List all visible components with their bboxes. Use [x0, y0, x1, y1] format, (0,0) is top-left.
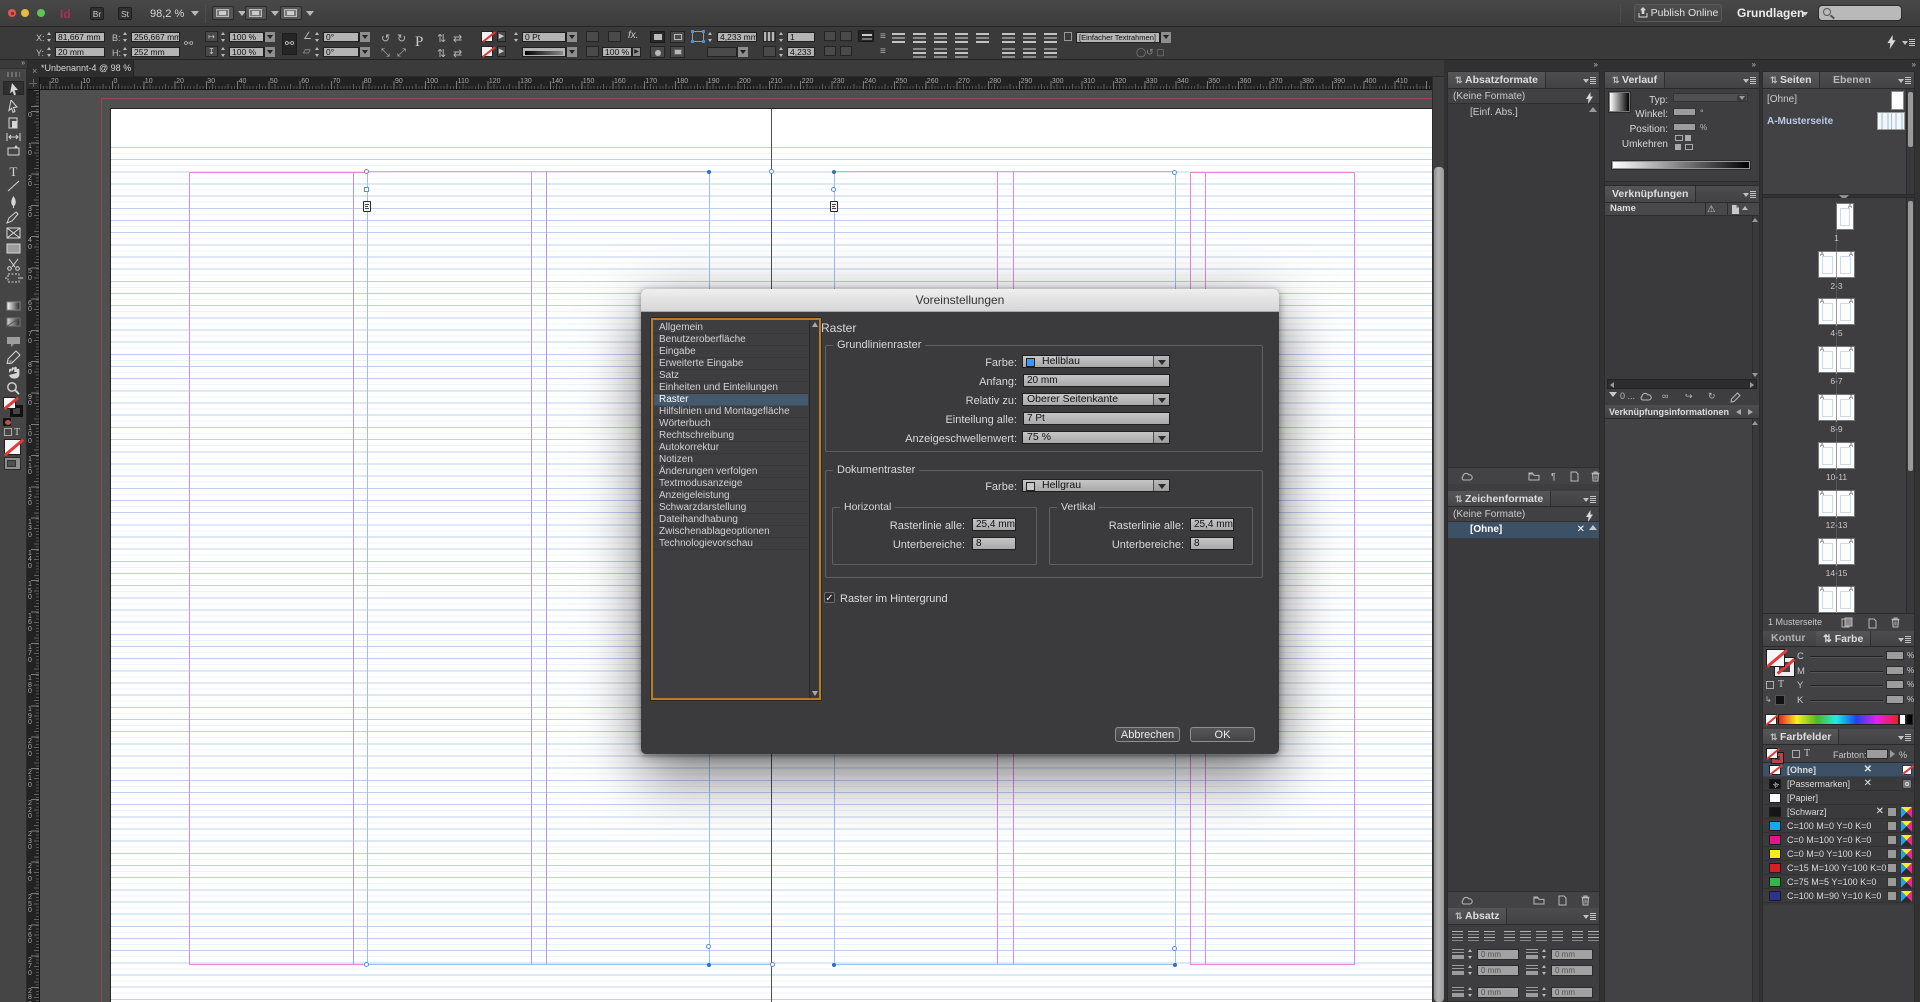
- svg-text:T: T: [10, 164, 18, 178]
- svg-text:¶: ¶: [1551, 472, 1556, 482]
- svg-text:GB: GB: [7, 359, 13, 364]
